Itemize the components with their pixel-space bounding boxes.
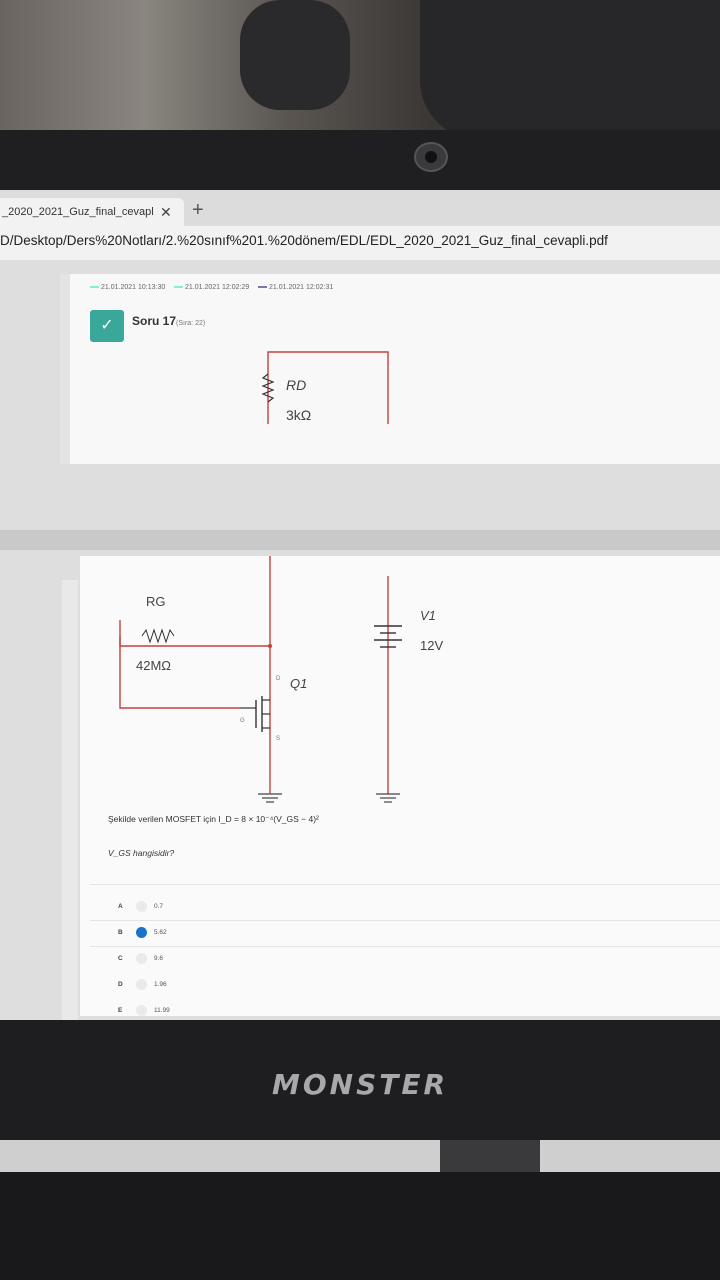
new-tab-button[interactable]: + [192, 198, 204, 222]
question-text-2: V_GS hangisidir? [108, 848, 175, 858]
radio-icon [136, 953, 147, 964]
browser-tab-bar: _2020_2021_Guz_final_cevapl ✕ + [0, 190, 720, 226]
laptop-hinge [440, 1140, 540, 1174]
laptop-screen: _2020_2021_Guz_final_cevapl ✕ + D/Deskto… [0, 190, 720, 1020]
answer-option-e[interactable]: E 11.99 [90, 1000, 720, 1020]
close-icon[interactable]: ✕ [160, 198, 172, 226]
brand-logo: MONSTER [271, 1068, 449, 1101]
rg-value: 42MΩ [136, 658, 171, 673]
page-separator [0, 530, 720, 550]
drain-label: D [276, 676, 281, 682]
page-margin [62, 580, 78, 1020]
address-bar[interactable]: D/Desktop/Ders%20Notları/2.%20sınıf%201.… [0, 226, 720, 260]
q1-label: Q1 [290, 676, 307, 691]
pdf-viewer: 21.01.2021 10:13:30 21.01.2021 12:02:29 … [0, 260, 720, 1020]
answer-option-b[interactable]: B 5.62 [90, 922, 720, 946]
rd-label: RD [286, 377, 306, 393]
desk-surface [0, 1172, 720, 1280]
answer-option-d[interactable]: D 1.96 [90, 974, 720, 998]
rd-value: 3kΩ [286, 407, 311, 423]
laptop-base [0, 1140, 720, 1172]
question-body-card: RG 42MΩ Q1 D G S V1 12V Şekilde verilen … [80, 556, 720, 1016]
radio-selected-icon [136, 927, 147, 938]
circuit-top-svg: RD 3kΩ [261, 351, 389, 424]
chair-silhouette [240, 0, 350, 110]
question-header-card: 21.01.2021 10:13:30 21.01.2021 12:02:29 … [70, 274, 720, 464]
answer-option-a[interactable]: A 0.7 [90, 896, 720, 920]
v1-label: V1 [420, 608, 436, 623]
radio-icon [136, 1005, 147, 1016]
browser-tab[interactable]: _2020_2021_Guz_final_cevapl ✕ [0, 198, 184, 226]
v1-value: 12V [420, 638, 443, 653]
webcam-icon [414, 142, 448, 172]
tab-title: _2020_2021_Guz_final_cevapl [2, 206, 154, 218]
rg-label: RG [146, 594, 166, 609]
question-text: Şekilde verilen MOSFET için I_D = 8 × 10… [108, 814, 319, 824]
radio-icon [136, 901, 147, 912]
circuit-main-svg: RG 42MΩ Q1 D G S V1 12V [119, 556, 443, 803]
radio-icon [136, 979, 147, 990]
source-label: S [276, 736, 280, 742]
gate-label: G [240, 718, 245, 724]
answer-option-c[interactable]: C 9.6 [90, 948, 720, 972]
person-silhouette [420, 0, 720, 140]
laptop-top-bezel [0, 130, 720, 190]
